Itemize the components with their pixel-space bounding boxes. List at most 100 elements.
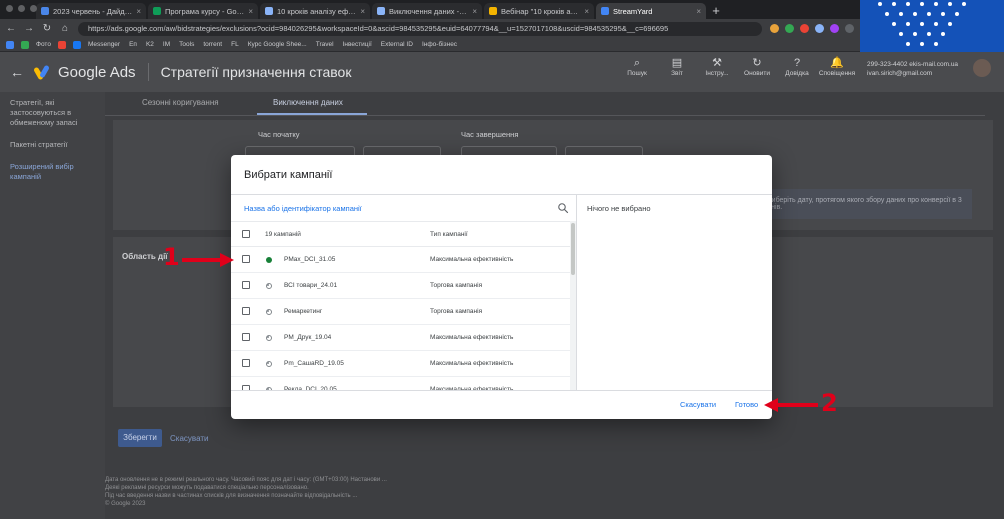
- bookmark-item[interactable]: Інвестиції: [343, 41, 372, 48]
- campaign-checkbox[interactable]: [242, 281, 250, 289]
- stream-overlay-logo: [860, 0, 1004, 57]
- tab-title: Вебінар "10 кроків аналізу ре: [501, 6, 580, 16]
- bookmark-icon[interactable]: [6, 40, 14, 49]
- campaign-row[interactable]: PM_Друк_19.04 Максимальна ефективність: [231, 325, 576, 351]
- cancel-button[interactable]: Скасувати: [680, 400, 716, 409]
- tools-icon: ⚒: [712, 57, 722, 69]
- campaign-checkbox[interactable]: [242, 307, 250, 315]
- annotation-arrow-1-icon: [182, 253, 234, 267]
- avatar[interactable]: [973, 59, 991, 77]
- campaign-row[interactable]: PMax_DCI_31.05 Максимальна ефективність: [231, 247, 576, 273]
- browser-tab[interactable]: 10 кроків аналізу ефективн ×: [260, 3, 370, 19]
- header-tool-refresh[interactable]: ↻ Оновити: [737, 56, 777, 78]
- back-icon[interactable]: ←: [6, 23, 16, 34]
- home-icon[interactable]: ⌂: [60, 23, 70, 34]
- dot-pattern-icon: [878, 2, 966, 56]
- header-tool-label: Пошук: [627, 70, 647, 77]
- close-window-icon[interactable]: [6, 5, 13, 12]
- bookmark-item[interactable]: IM: [163, 41, 170, 48]
- bookmark-item[interactable]: torrent: [203, 41, 222, 48]
- header-tool-report[interactable]: ▤ Звіт: [657, 56, 697, 78]
- campaign-name: PMax_DCI_31.05: [284, 256, 336, 263]
- select-campaigns-dialog: Вибрати кампанії Нічого не вибрано 19 ка…: [231, 155, 772, 419]
- campaign-type: Торгова кампанія: [430, 308, 483, 315]
- campaign-checkbox[interactable]: [242, 255, 250, 263]
- bookmark-item[interactable]: External ID: [381, 41, 413, 48]
- campaign-checkbox[interactable]: [242, 359, 250, 367]
- extension-icon[interactable]: [770, 24, 779, 33]
- header-divider: [147, 63, 149, 81]
- bookmark-item[interactable]: Інфо-бізнес: [422, 41, 457, 48]
- done-button[interactable]: Готово: [735, 400, 758, 409]
- tab-title: 2023 червень - Дайджест - G: [53, 6, 132, 16]
- browser-tab[interactable]: StreamYard ×: [596, 3, 706, 19]
- bookmark-item[interactable]: Фото: [36, 41, 51, 48]
- close-tab-icon[interactable]: ×: [136, 7, 141, 16]
- bookmark-icon[interactable]: [57, 40, 66, 49]
- annotation-arrow-2-icon: [764, 398, 818, 412]
- column-divider: [576, 195, 577, 390]
- sidebar-item[interactable]: Розширений вибір кампаній: [0, 156, 105, 188]
- browser-tab[interactable]: Програма курсу - Google Sh ×: [148, 3, 258, 19]
- tab-data-exclusions[interactable]: Виключення даних: [273, 98, 343, 107]
- browser-tab[interactable]: Вебінар "10 кроків аналізу ре ×: [484, 3, 594, 19]
- header-tool-search[interactable]: ⌕ Пошук: [617, 56, 657, 78]
- back-arrow-icon[interactable]: ←: [10, 64, 26, 80]
- bookmark-item[interactable]: Еп: [129, 41, 137, 48]
- campaign-search-input[interactable]: [244, 199, 544, 217]
- divider: [231, 194, 772, 195]
- bookmark-item[interactable]: Курс Google Shee...: [248, 41, 307, 48]
- save-button[interactable]: Зберегти: [118, 429, 162, 447]
- bell-icon: 🔔: [830, 57, 844, 69]
- bookmark-item[interactable]: Messenger: [88, 41, 120, 48]
- maximize-window-icon[interactable]: [30, 5, 37, 12]
- bookmark-icon[interactable]: [21, 40, 29, 49]
- bookmark-item[interactable]: Tools: [179, 41, 194, 48]
- extension-icon[interactable]: [800, 24, 809, 33]
- bookmarks-bar: Фото Messenger Еп K2 IM Tools torrent FL Курс G…: [0, 38, 860, 52]
- list-scrollbar-thumb[interactable]: [571, 223, 575, 275]
- browser-tab[interactable]: 2023 червень - Дайджест - G ×: [36, 3, 146, 19]
- profile-icon[interactable]: [845, 24, 854, 33]
- account-info[interactable]: 299-323-4402 ekis-mail.com.ua ivan.siric…: [867, 60, 967, 78]
- extension-icon[interactable]: [830, 24, 839, 33]
- close-tab-icon[interactable]: ×: [696, 7, 701, 16]
- header-tool-help[interactable]: ? Довідка: [777, 56, 817, 78]
- sidebar-item[interactable]: Пакетні стратегії: [0, 134, 105, 156]
- campaign-row[interactable]: Рекла_DCI_20.05 Максимальна ефективність: [231, 377, 576, 390]
- close-tab-icon[interactable]: ×: [248, 7, 253, 16]
- close-tab-icon[interactable]: ×: [584, 7, 589, 16]
- account-id: 299-323-4402 ekis-mail.com.ua: [867, 61, 959, 68]
- bookmark-item[interactable]: FL: [231, 41, 239, 48]
- brand-name: Google Ads: [58, 63, 136, 81]
- tab-favicon-icon: [489, 7, 497, 15]
- extension-icon[interactable]: [785, 24, 794, 33]
- campaign-row[interactable]: Ремаркетинг Торгова кампанія: [231, 299, 576, 325]
- cancel-link[interactable]: Скасувати: [170, 434, 208, 443]
- bookmark-icon[interactable]: [72, 40, 81, 49]
- forward-icon[interactable]: →: [24, 23, 34, 34]
- header-tool-tools[interactable]: ⚒ Інстру...: [697, 56, 737, 78]
- close-tab-icon[interactable]: ×: [360, 7, 365, 16]
- campaign-name: Pm_СашаRD_19.05: [284, 360, 344, 367]
- browser-tab[interactable]: Виключення даних - ekis-kro ×: [372, 3, 482, 19]
- sidebar-item[interactable]: Стратегії, які застосовуються в обмежено…: [0, 92, 105, 134]
- campaign-row[interactable]: Pm_СашаRD_19.05 Максимальна ефективність: [231, 351, 576, 377]
- bookmark-item[interactable]: K2: [146, 41, 154, 48]
- bookmark-item[interactable]: Travel: [316, 41, 334, 48]
- reload-icon[interactable]: ↻: [42, 23, 52, 34]
- campaign-checkbox[interactable]: [242, 333, 250, 341]
- tab-title: StreamYard: [613, 6, 653, 16]
- new-tab-button[interactable]: +: [708, 3, 724, 19]
- url-field[interactable]: https://ads.google.com/aw/bidstrategies/…: [78, 21, 762, 36]
- campaign-row[interactable]: ВСІ товари_24.01 Торгова кампанія: [231, 273, 576, 299]
- search-icon[interactable]: [557, 202, 569, 214]
- minimize-window-icon[interactable]: [18, 5, 25, 12]
- header-tool-bell[interactable]: 🔔 Сповіщення: [817, 56, 857, 78]
- close-tab-icon[interactable]: ×: [472, 7, 477, 16]
- tab-favicon-icon: [377, 7, 385, 15]
- extension-icon[interactable]: [815, 24, 824, 33]
- select-all-checkbox[interactable]: [242, 230, 250, 238]
- tab-seasonality[interactable]: Сезонні коригування: [142, 98, 219, 107]
- campaign-type: Максимальна ефективність: [430, 256, 514, 263]
